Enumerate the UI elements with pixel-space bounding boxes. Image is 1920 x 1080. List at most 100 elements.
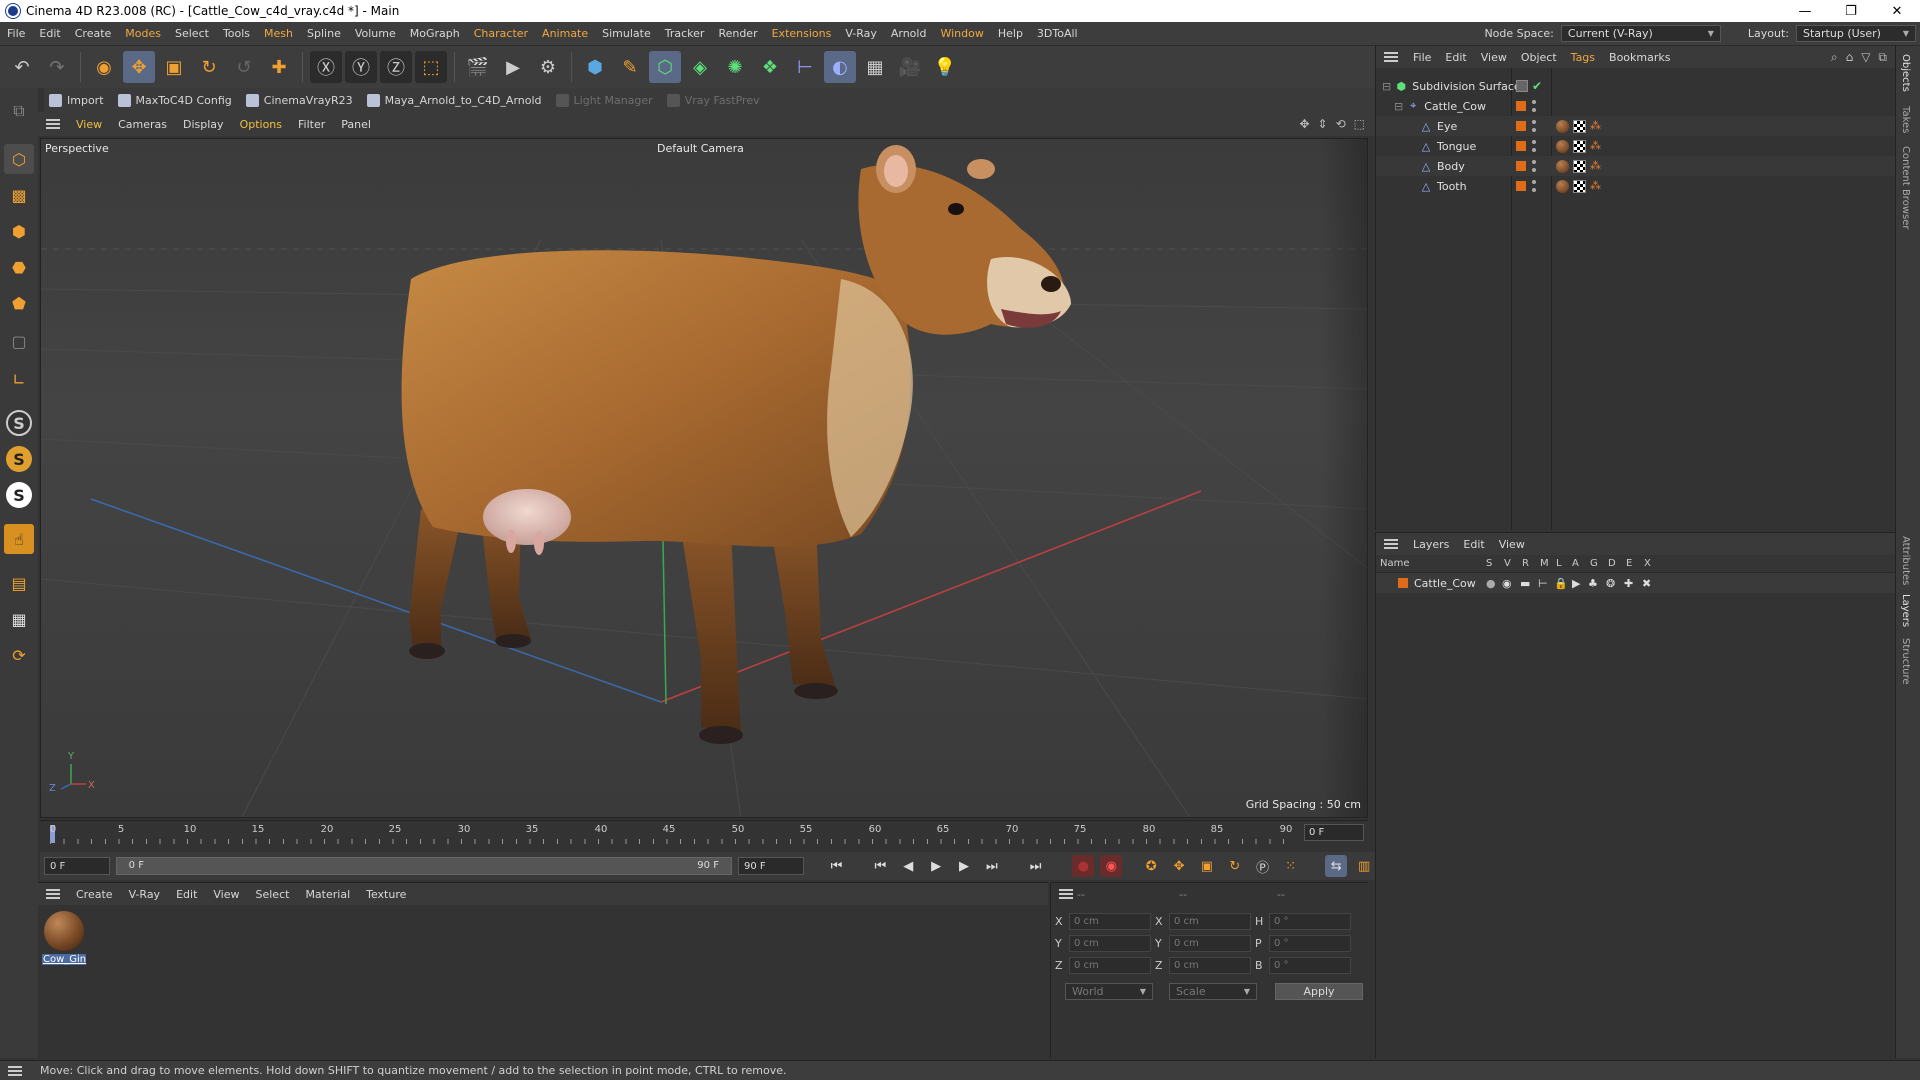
rotation-h-field[interactable]: 0 °: [1269, 913, 1351, 930]
visibility-dots-icon[interactable]: [1532, 140, 1536, 152]
workplane-icon[interactable]: ▤: [4, 568, 34, 598]
keyframe-selection-icon[interactable]: ✪: [1140, 855, 1162, 877]
timeline-window-icon[interactable]: ▥: [1353, 855, 1375, 877]
texture-mode-icon[interactable]: ▩: [4, 180, 34, 210]
x-axis-lock-icon[interactable]: Ⓧ: [310, 51, 342, 83]
material-menu-create[interactable]: Create: [68, 888, 121, 901]
menu-tools[interactable]: Tools: [216, 27, 257, 40]
render-settings-icon[interactable]: ⚙: [532, 51, 564, 83]
snap-settings-icon[interactable]: S: [6, 482, 32, 508]
maximize-view-icon[interactable]: ⬚: [1354, 117, 1365, 131]
layer-color-swatch[interactable]: [1516, 101, 1526, 111]
hamburger-icon[interactable]: [46, 119, 60, 129]
xref-icon[interactable]: ✖: [1642, 577, 1651, 590]
tab-content-browser[interactable]: Content Browser: [1900, 146, 1911, 229]
material-menu-material[interactable]: Material: [297, 888, 358, 901]
render-icon[interactable]: ▬: [1520, 577, 1530, 590]
go-to-end-icon[interactable]: ⏭: [1025, 855, 1047, 877]
polygons-mode-icon[interactable]: ⬟: [4, 288, 34, 318]
layer-color-swatch[interactable]: [1516, 121, 1526, 131]
material-menu-select[interactable]: Select: [248, 888, 298, 901]
size-y-field[interactable]: 0 cm: [1169, 935, 1251, 952]
viewport-menu-options[interactable]: Options: [232, 118, 290, 131]
go-to-start-icon[interactable]: ⏮: [826, 855, 848, 877]
tab-layers[interactable]: Layers: [1900, 594, 1911, 627]
undo-icon[interactable]: ↶: [6, 51, 38, 83]
field-icon[interactable]: ⊢: [789, 51, 821, 83]
close-button[interactable]: ✕: [1874, 0, 1920, 22]
uvw-tag-icon[interactable]: [1573, 160, 1586, 173]
orbit-icon[interactable]: ⟲: [1336, 117, 1346, 131]
viewport-menu-display[interactable]: Display: [175, 118, 232, 131]
tab-takes[interactable]: Takes: [1900, 106, 1911, 133]
light-manager-button[interactable]: Light Manager: [551, 93, 658, 107]
object-menu-view[interactable]: View: [1474, 51, 1514, 64]
tweak-mode-icon[interactable]: ☝: [4, 524, 34, 554]
key-pla-icon[interactable]: ⁙: [1280, 855, 1302, 877]
layer-color-swatch[interactable]: [1516, 161, 1526, 171]
menu-3dtoall[interactable]: 3DToAll: [1030, 27, 1085, 40]
material-tag-icon[interactable]: [1556, 160, 1569, 173]
layer-color-swatch[interactable]: [1398, 578, 1408, 588]
previous-key-icon[interactable]: ⏮: [869, 855, 891, 877]
node-space-select[interactable]: Current (V-Ray) ▼: [1560, 25, 1721, 42]
current-frame-field[interactable]: 0 F: [1304, 824, 1364, 841]
end-frame-field[interactable]: 90 F: [737, 857, 804, 875]
render-view-icon[interactable]: ▶: [497, 51, 529, 83]
expression-icon[interactable]: ✚: [1624, 577, 1633, 590]
play-icon[interactable]: ▶: [925, 855, 947, 877]
key-rotation-icon[interactable]: ↻: [1224, 855, 1246, 877]
edges-mode-icon[interactable]: ⬣: [4, 252, 34, 282]
tab-structure[interactable]: Structure: [1900, 638, 1911, 685]
timeline-ruler[interactable]: 0 5 10 15 20 25 30 35 40 45 50 55 60 65 …: [40, 820, 1368, 844]
phong-tag-icon[interactable]: ⁂: [1590, 179, 1603, 192]
locked-workplane-icon[interactable]: ⟳: [4, 640, 34, 670]
object-row[interactable]: △ Tongue ⁂: [1376, 136, 1896, 156]
grid-icon[interactable]: ▦: [4, 604, 34, 634]
make-editable-icon[interactable]: ⧉: [4, 96, 34, 126]
viewport-menu-view[interactable]: View: [68, 118, 110, 131]
motion-system-icon[interactable]: ⇆: [1325, 855, 1348, 877]
hamburger-icon[interactable]: [1059, 889, 1073, 899]
visibility-dots-icon[interactable]: [1532, 160, 1536, 172]
snap-enable-icon[interactable]: S: [6, 446, 32, 472]
points-mode-icon[interactable]: ⬢: [4, 216, 34, 246]
object-row[interactable]: △ Body ⁂: [1376, 156, 1896, 176]
size-x-field[interactable]: 0 cm: [1169, 913, 1251, 930]
layer-menu-edit[interactable]: Edit: [1456, 538, 1491, 551]
collapse-icon[interactable]: ⊟: [1394, 100, 1403, 113]
menu-file[interactable]: File: [0, 27, 32, 40]
spline-mask-icon[interactable]: ◐: [824, 51, 856, 83]
deformer-icon[interactable]: ❖: [754, 51, 786, 83]
move-tool-icon[interactable]: ✥: [123, 51, 155, 83]
visibility-dots-icon[interactable]: [1532, 100, 1536, 112]
snap-s-icon[interactable]: S: [6, 410, 32, 436]
visibility-dots-icon[interactable]: [1532, 120, 1536, 132]
menu-character[interactable]: Character: [467, 27, 535, 40]
key-scale-icon[interactable]: ▣: [1196, 855, 1218, 877]
zoom-icon[interactable]: ⇕: [1318, 117, 1328, 131]
object-menu-bookmarks[interactable]: Bookmarks: [1602, 51, 1677, 64]
uvw-tag-icon[interactable]: [1573, 140, 1586, 153]
layer-color-swatch[interactable]: [1516, 141, 1526, 151]
menu-extensions[interactable]: Extensions: [765, 27, 839, 40]
hamburger-icon[interactable]: [8, 1065, 22, 1076]
menu-animate[interactable]: Animate: [535, 27, 595, 40]
render-region-icon[interactable]: 🎬: [462, 51, 494, 83]
visibility-dots-icon[interactable]: [1532, 180, 1536, 192]
position-y-field[interactable]: 0 cm: [1069, 935, 1151, 952]
layer-placeholder-icon[interactable]: [1516, 80, 1528, 92]
material-tag-icon[interactable]: [1556, 180, 1569, 193]
menu-volume[interactable]: Volume: [348, 27, 403, 40]
apply-button[interactable]: Apply: [1275, 983, 1363, 1000]
menu-mograph[interactable]: MoGraph: [403, 27, 467, 40]
frame-range-slider[interactable]: 0 F 90 F: [115, 857, 732, 875]
pan-icon[interactable]: ✥: [1299, 117, 1309, 131]
key-position-icon[interactable]: ✥: [1168, 855, 1190, 877]
size-z-field[interactable]: 0 cm: [1169, 957, 1251, 974]
menu-spline[interactable]: Spline: [300, 27, 348, 40]
menu-mesh[interactable]: Mesh: [257, 27, 300, 40]
tab-objects[interactable]: Objects: [1900, 54, 1911, 92]
hamburger-icon[interactable]: [1384, 52, 1398, 62]
object-menu-file[interactable]: File: [1406, 51, 1438, 64]
